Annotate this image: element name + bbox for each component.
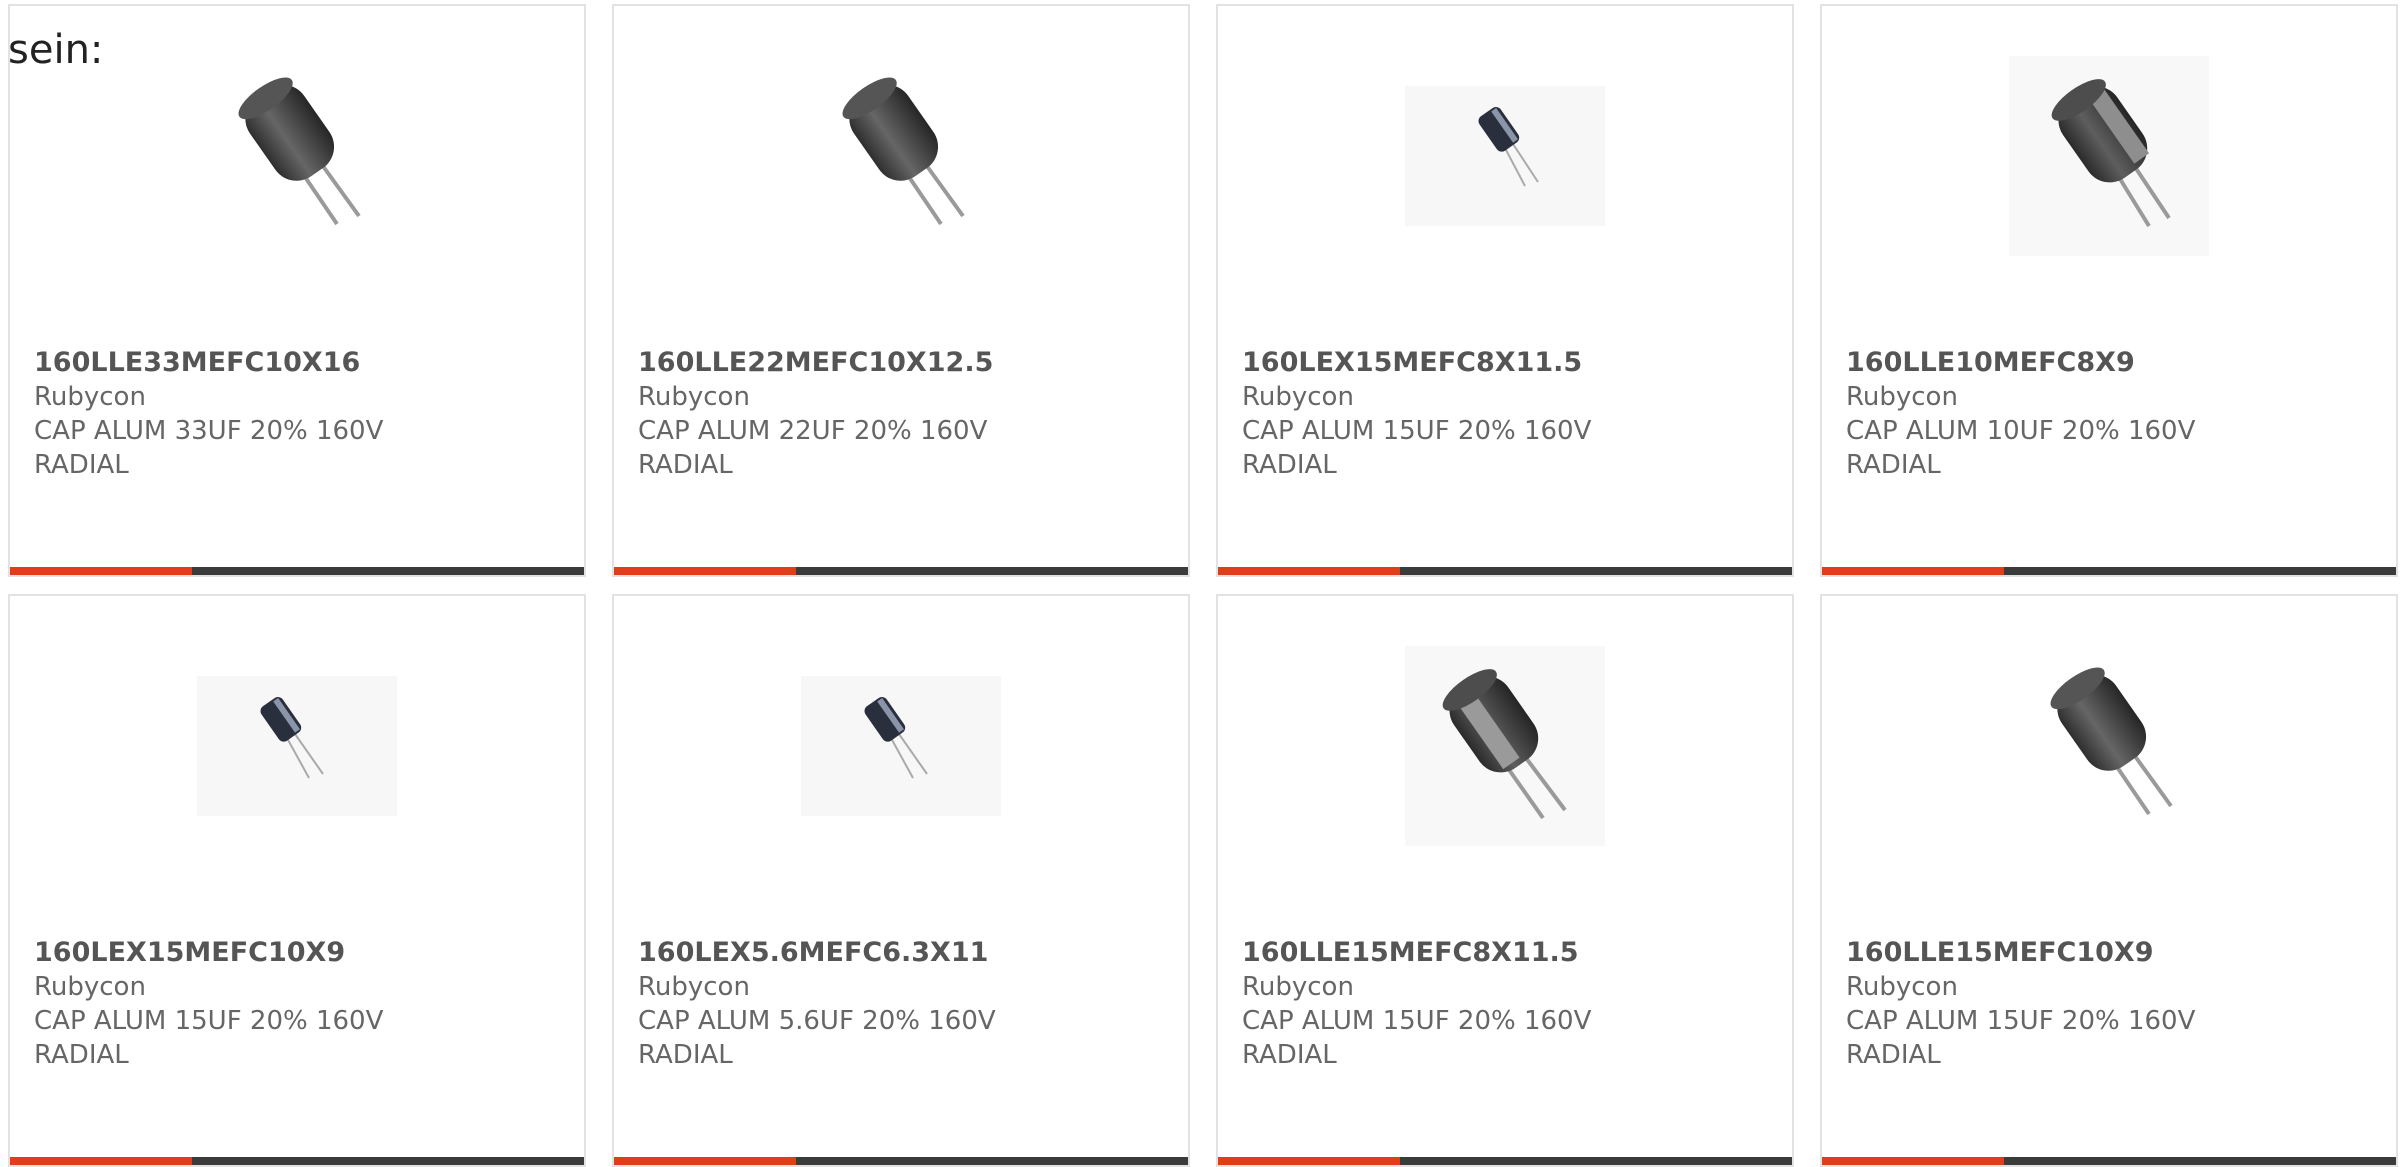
card-bar-accent <box>1218 567 1400 575</box>
manufacturer: Rubycon <box>1846 972 1958 1002</box>
card-bar <box>1218 1157 1792 1165</box>
manufacturer: Rubycon <box>638 382 750 412</box>
card-bar <box>10 1157 584 1165</box>
product-grid: 160LLE33MEFC10X16 Rubycon CAP ALUM 33UF … <box>8 4 2398 1167</box>
product-image[interactable] <box>614 46 1188 266</box>
card-bar <box>614 1157 1188 1165</box>
product-image[interactable] <box>1822 46 2396 266</box>
product-info: 160LEX5.6MEFC6.3X11 Rubycon CAP ALUM 5.6… <box>638 936 996 1072</box>
product-info: 160LLE10MEFC8X9 Rubycon CAP ALUM 10UF 20… <box>1846 346 2195 482</box>
card-bar <box>10 567 584 575</box>
part-number-link[interactable]: 160LLE15MEFC10X9 <box>1846 936 2195 970</box>
description: CAP ALUM 33UF 20% 160V <box>34 416 384 446</box>
part-number-link[interactable]: 160LLE22MEFC10X12.5 <box>638 346 993 380</box>
radial-capacitor-striped-icon <box>2009 56 2209 256</box>
card-bar-accent <box>1218 1157 1400 1165</box>
radial-capacitor-small-icon <box>1405 86 1605 226</box>
description: CAP ALUM 15UF 20% 160V <box>1242 416 1592 446</box>
part-number-link[interactable]: 160LLE33MEFC10X16 <box>34 346 383 380</box>
manufacturer: Rubycon <box>34 972 146 1002</box>
description: CAP ALUM 15UF 20% 160V <box>1242 1006 1592 1036</box>
manufacturer: Rubycon <box>638 972 750 1002</box>
card-bar-accent <box>614 1157 796 1165</box>
radial-capacitor-small-icon <box>801 676 1001 816</box>
radial-capacitor-large-icon <box>842 77 965 226</box>
description: CAP ALUM 22UF 20% 160V <box>638 416 988 446</box>
description-package: RADIAL <box>1846 1040 1941 1070</box>
part-number-link[interactable]: 160LEX5.6MEFC6.3X11 <box>638 936 996 970</box>
product-card[interactable]: 160LLE15MEFC10X9 Rubycon CAP ALUM 15UF 2… <box>1820 594 2398 1167</box>
description-package: RADIAL <box>638 1040 733 1070</box>
product-card[interactable]: 160LLE10MEFC8X9 Rubycon CAP ALUM 10UF 20… <box>1820 4 2398 577</box>
description: CAP ALUM 15UF 20% 160V <box>34 1006 384 1036</box>
radial-capacitor-large-icon <box>238 77 361 226</box>
card-bar <box>1822 567 2396 575</box>
product-card[interactable]: 160LEX15MEFC10X9 Rubycon CAP ALUM 15UF 2… <box>8 594 586 1167</box>
product-image[interactable] <box>1822 636 2396 856</box>
manufacturer: Rubycon <box>1242 972 1354 1002</box>
description: CAP ALUM 5.6UF 20% 160V <box>638 1006 996 1036</box>
radial-capacitor-small-icon <box>197 676 397 816</box>
product-info: 160LEX15MEFC10X9 Rubycon CAP ALUM 15UF 2… <box>34 936 383 1072</box>
description: CAP ALUM 15UF 20% 160V <box>1846 1006 2196 1036</box>
intro-text: sein: <box>8 27 104 73</box>
product-card[interactable]: 160LLE22MEFC10X12.5 Rubycon CAP ALUM 22U… <box>612 4 1190 577</box>
manufacturer: Rubycon <box>34 382 146 412</box>
card-bar <box>1822 1157 2396 1165</box>
part-number-link[interactable]: 160LLE15MEFC8X11.5 <box>1242 936 1591 970</box>
product-card[interactable]: 160LEX15MEFC8X11.5 Rubycon CAP ALUM 15UF… <box>1216 4 1794 577</box>
card-bar-accent <box>1822 567 2004 575</box>
product-image[interactable] <box>10 46 584 266</box>
part-number-link[interactable]: 160LEX15MEFC8X11.5 <box>1242 346 1591 380</box>
product-image[interactable] <box>10 636 584 856</box>
product-card[interactable]: 160LEX5.6MEFC6.3X11 Rubycon CAP ALUM 5.6… <box>612 594 1190 1167</box>
manufacturer: Rubycon <box>1846 382 1958 412</box>
card-bar <box>614 567 1188 575</box>
product-info: 160LLE15MEFC10X9 Rubycon CAP ALUM 15UF 2… <box>1846 936 2195 1072</box>
description-package: RADIAL <box>1242 1040 1337 1070</box>
product-image[interactable] <box>1218 46 1792 266</box>
description-package: RADIAL <box>1846 450 1941 480</box>
manufacturer: Rubycon <box>1242 382 1354 412</box>
description-package: RADIAL <box>34 450 129 480</box>
part-number-link[interactable]: 160LLE10MEFC8X9 <box>1846 346 2195 380</box>
card-bar-accent <box>614 567 796 575</box>
product-info: 160LEX15MEFC8X11.5 Rubycon CAP ALUM 15UF… <box>1242 346 1591 482</box>
description-package: RADIAL <box>34 1040 129 1070</box>
card-bar-accent <box>10 567 192 575</box>
product-card[interactable]: 160LLE15MEFC8X11.5 Rubycon CAP ALUM 15UF… <box>1216 594 1794 1167</box>
description-package: RADIAL <box>638 450 733 480</box>
card-bar-accent <box>10 1157 192 1165</box>
product-info: 160LLE33MEFC10X16 Rubycon CAP ALUM 33UF … <box>34 346 383 482</box>
description-package: RADIAL <box>1242 450 1337 480</box>
radial-capacitor-large-icon <box>2050 667 2173 816</box>
product-info: 160LLE15MEFC8X11.5 Rubycon CAP ALUM 15UF… <box>1242 936 1591 1072</box>
product-image[interactable] <box>614 636 1188 856</box>
card-bar-accent <box>1822 1157 2004 1165</box>
product-card[interactable]: 160LLE33MEFC10X16 Rubycon CAP ALUM 33UF … <box>8 4 586 577</box>
card-bar <box>1218 567 1792 575</box>
radial-capacitor-striped-icon <box>1405 646 1605 846</box>
product-image[interactable] <box>1218 636 1792 856</box>
part-number-link[interactable]: 160LEX15MEFC10X9 <box>34 936 383 970</box>
product-info: 160LLE22MEFC10X12.5 Rubycon CAP ALUM 22U… <box>638 346 993 482</box>
description: CAP ALUM 10UF 20% 160V <box>1846 416 2196 446</box>
